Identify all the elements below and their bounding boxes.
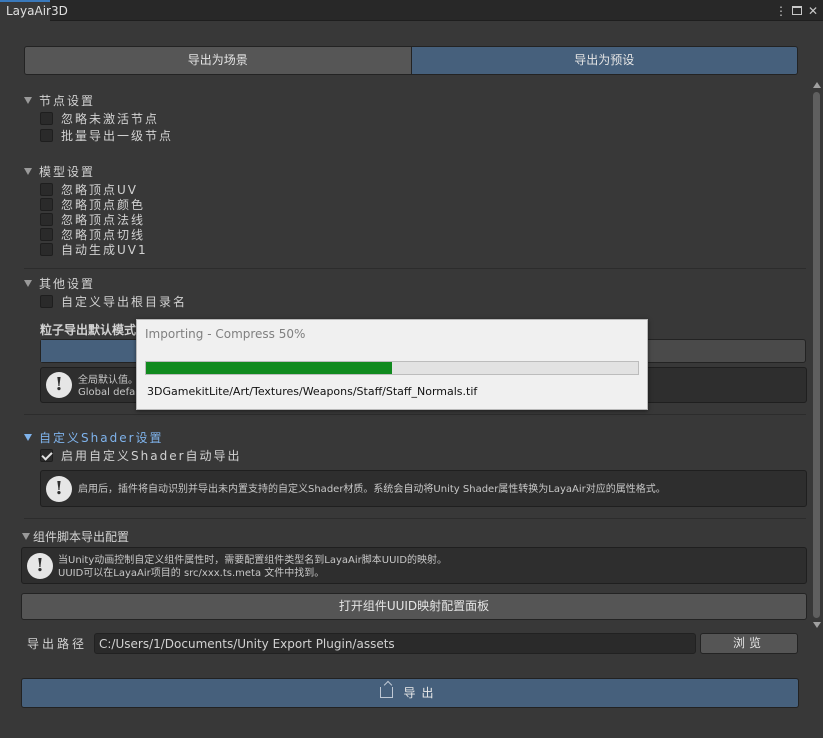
batch-export-top-nodes-option[interactable]: 批量导出一级节点 [40,129,173,144]
help-text-line: UUID可以在LayaAir项目的 src/xxx.ts.meta 文件中找到。 [58,568,325,579]
open-uuid-mapping-button[interactable]: 打开组件UUID映射配置面板 [21,593,807,620]
checkbox[interactable] [40,129,53,142]
info-exclamation-icon: ! [27,553,53,579]
divider [24,414,806,415]
tab-bar: LayaAir3D ⋮ ✕ [0,0,823,22]
divider [24,518,806,519]
ignore-vertex-tangent-option[interactable]: 忽略顶点切线 [40,228,145,243]
checkbox[interactable] [40,213,53,226]
export-mode-toggle: 导出为场景 导出为预设 [24,46,798,75]
collapse-triangle-icon [24,97,32,104]
scroll-thumb[interactable] [813,92,820,618]
section-title: 自定义Shader设置 [39,431,164,445]
shader-help-box: ! 启用后，插件将自动识别并导出未内置支持的自定义Shader材质。系统会自动将… [40,470,807,507]
ignore-inactive-nodes-option[interactable]: 忽略未激活节点 [40,112,159,127]
browse-button[interactable]: 浏览 [700,633,798,654]
vertical-scrollbar[interactable] [811,82,822,628]
particle-mode-selected[interactable] [41,340,141,362]
enable-custom-shader-option[interactable]: 启用自定义Shader自动导出 [40,449,242,464]
other-settings-header[interactable]: 其他设置 [24,276,95,292]
option-label: 忽略顶点法线 [61,213,146,227]
option-label: 自定义导出根目录名 [61,295,188,309]
window-controls: ⋮ ✕ [775,2,819,19]
export-path-input[interactable] [94,633,696,654]
tab-layaair3d[interactable]: LayaAir3D [0,0,68,22]
option-label: 忽略顶点切线 [61,228,146,242]
info-exclamation-icon: ! [46,476,72,502]
progress-fill [146,362,392,374]
export-as-prefab-button[interactable]: 导出为预设 [411,47,797,74]
checkbox-checked[interactable] [40,449,53,462]
ignore-vertex-uv-option[interactable]: 忽略顶点UV [40,183,138,198]
export-as-scene-button[interactable]: 导出为场景 [25,47,412,74]
collapse-triangle-icon [24,434,32,441]
option-label: 启用自定义Shader自动导出 [61,449,242,463]
more-menu-icon[interactable]: ⋮ [775,4,787,18]
export-path-label: 导出路径 [27,637,88,651]
help-text-line: 启用后，插件将自动识别并导出未内置支持的自定义Shader材质。系统会自动将Un… [78,484,666,495]
export-icon [380,687,394,698]
node-settings-header[interactable]: 节点设置 [24,93,95,109]
section-title: 模型设置 [39,165,96,179]
divider [24,268,806,269]
section-title: 组件脚本导出配置 [33,530,130,544]
progress-file-path: 3DGamekitLite/Art/Textures/Weapons/Staff… [147,385,478,398]
option-label: 自动生成UV1 [61,243,148,257]
checkbox[interactable] [40,198,53,211]
collapse-triangle-icon [24,168,32,175]
progress-title: Importing - Compress 50% [145,327,306,341]
section-title: 节点设置 [39,94,96,108]
ignore-vertex-normal-option[interactable]: 忽略顶点法线 [40,213,145,228]
particle-export-mode-label: 粒子导出默认模式 [40,323,137,337]
import-progress-dialog: Importing - Compress 50% 3DGamekitLite/A… [136,319,648,410]
progress-bar [145,361,639,375]
help-text-line: 当Unity动画控制自定义组件属性时，需要配置组件类型名到LayaAir脚本UU… [58,555,448,566]
help-text-line: Global defau [78,387,142,398]
collapse-triangle-icon [24,280,32,287]
option-label: 忽略未激活节点 [61,112,160,126]
info-exclamation-icon: ! [46,372,72,398]
model-settings-header[interactable]: 模型设置 [24,164,95,180]
tab-title: LayaAir3D [6,4,68,18]
close-icon[interactable]: ✕ [807,4,819,18]
export-button[interactable]: 导出 [21,678,799,708]
collapse-triangle-icon [22,533,30,540]
checkbox[interactable] [40,228,53,241]
scroll-up-arrow-icon[interactable] [813,82,821,88]
component-help-box: ! 当Unity动画控制自定义组件属性时，需要配置组件类型名到LayaAir脚本… [21,547,807,584]
option-label: 批量导出一级节点 [61,129,174,143]
scroll-down-arrow-icon[interactable] [813,622,821,628]
auto-generate-uv1-option[interactable]: 自动生成UV1 [40,243,148,258]
section-title: 其他设置 [39,277,96,291]
checkbox[interactable] [40,243,53,256]
option-label: 忽略顶点UV [61,183,138,197]
component-script-header[interactable]: 组件脚本导出配置 [22,529,129,545]
maximize-icon[interactable] [791,4,803,18]
option-label: 忽略顶点颜色 [61,198,146,212]
custom-root-dir-option[interactable]: 自定义导出根目录名 [40,295,187,310]
shader-settings-header[interactable]: 自定义Shader设置 [24,430,164,446]
export-button-label: 导出 [403,686,440,700]
checkbox[interactable] [40,295,53,308]
ignore-vertex-color-option[interactable]: 忽略顶点颜色 [40,198,145,213]
checkbox[interactable] [40,183,53,196]
checkbox[interactable] [40,112,53,125]
